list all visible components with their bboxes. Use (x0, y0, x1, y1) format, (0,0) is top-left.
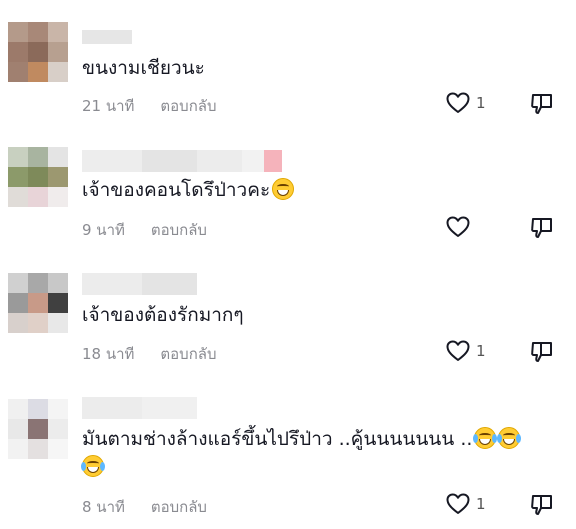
comment-text: เจ้าของคอนโดรึป่าวคะ (82, 176, 295, 204)
comment-meta: 9 นาที ตอบกลับ (82, 218, 207, 242)
comment-meta: 8 นาที ตอบกลับ (82, 495, 207, 519)
like-count: 1 (476, 495, 486, 513)
thumbs-down-outline-icon (531, 495, 552, 515)
grinning-face-emoji (272, 178, 295, 200)
heart-outline-icon (446, 493, 470, 514)
comment-item: มันตามช่างล้างแอร์ขึ้นไปรึป่าว ..คู้นนนน… (0, 395, 576, 529)
avatar[interactable] (8, 147, 68, 207)
username-blurred[interactable] (82, 30, 132, 44)
thumbs-down-outline-icon (531, 218, 552, 238)
like-button[interactable]: 1 (446, 493, 486, 515)
username-blurred[interactable] (82, 397, 197, 419)
face-with-tears-of-joy-emoji (81, 455, 105, 477)
reply-button[interactable]: ตอบกลับ (151, 218, 207, 242)
face-with-tears-of-joy-emoji (473, 427, 498, 449)
like-button[interactable]: 1 (446, 340, 486, 362)
username-blurred[interactable] (82, 150, 282, 172)
timestamp: 9 นาที (82, 221, 125, 239)
username-blurred[interactable] (82, 273, 197, 295)
dislike-button[interactable] (530, 92, 554, 120)
dislike-button[interactable] (530, 340, 554, 368)
heart-outline-icon (446, 340, 470, 361)
avatar[interactable] (8, 273, 68, 333)
comment-item: เจ้าของคอนโดรึป่าวคะ 9 นาที ตอบกลับ (0, 130, 576, 265)
heart-outline-icon (446, 216, 470, 237)
timestamp: 8 นาที (82, 498, 125, 516)
heart-outline-icon (446, 92, 470, 113)
timestamp: 18 นาที (82, 345, 135, 363)
comment-text: ขนงามเชียวนะ (82, 57, 205, 79)
comment-meta: 18 นาที ตอบกลับ (82, 342, 217, 366)
comment-text: เจ้าของต้องรักมากๆ (82, 304, 244, 326)
thumbs-down-outline-icon (531, 342, 552, 362)
comment-meta: 21 นาที ตอบกลับ (82, 94, 217, 118)
dislike-button[interactable] (530, 216, 554, 244)
comment-item: ขนงามเชียวนะ 21 นาที ตอบกลับ 1 (0, 0, 576, 130)
comment-item: เจ้าของต้องรักมากๆ 18 นาที ตอบกลับ 1 (0, 265, 576, 395)
face-with-tears-of-joy-emoji (497, 427, 522, 449)
reply-button[interactable]: ตอบกลับ (160, 342, 216, 366)
timestamp: 21 นาที (82, 97, 135, 115)
like-button[interactable] (446, 216, 476, 238)
avatar[interactable] (8, 399, 68, 459)
thumbs-down-outline-icon (531, 94, 552, 114)
dislike-button[interactable] (530, 493, 554, 521)
like-button[interactable]: 1 (446, 92, 486, 114)
reply-button[interactable]: ตอบกลับ (151, 495, 207, 519)
reply-button[interactable]: ตอบกลับ (160, 94, 216, 118)
comment-text: มันตามช่างล้างแอร์ขึ้นไปรึป่าว ..คู้นนนน… (81, 425, 522, 481)
avatar[interactable] (8, 22, 68, 82)
like-count: 1 (476, 342, 486, 360)
like-count: 1 (476, 94, 486, 112)
